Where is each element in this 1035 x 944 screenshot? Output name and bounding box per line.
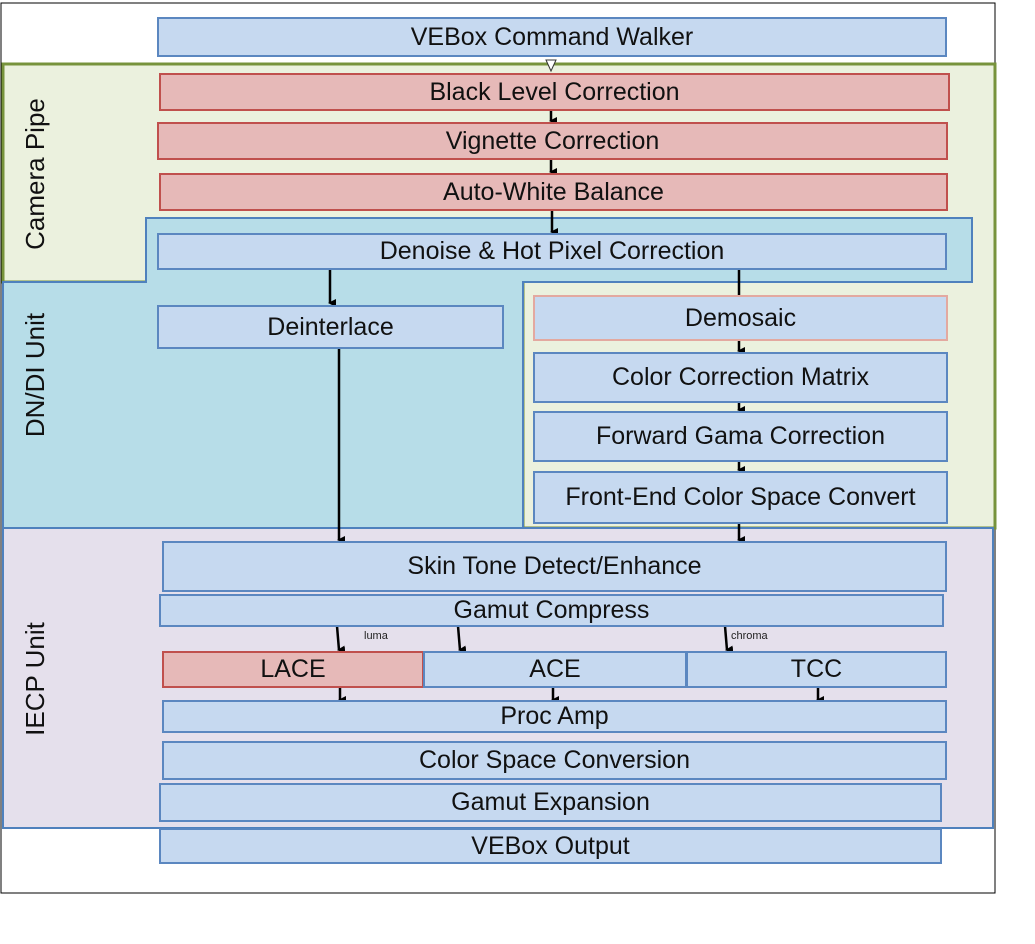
iecp-unit-label: IECP Unit [20,622,50,736]
forward-gamma-correction-box: Forward Gama Correction [533,411,948,462]
gamut-compress-box: Gamut Compress [159,594,944,627]
auto-white-balance-box: Auto-White Balance [159,173,948,211]
luma-label: luma [364,630,388,642]
skin-tone-box: Skin Tone Detect/Enhance [162,541,947,592]
command-walker-box: VEBox Command Walker [157,17,947,57]
proc-amp-box: Proc Amp [162,700,947,733]
vignette-correction-box: Vignette Correction [157,122,948,160]
black-level-correction-box: Black Level Correction [159,73,950,111]
color-space-conversion-box: Color Space Conversion [162,741,947,780]
denoise-box: Denoise & Hot Pixel Correction [157,233,947,270]
chroma-label: chroma [731,630,768,642]
demosaic-box: Demosaic [533,295,948,341]
front-end-csc-box: Front-End Color Space Convert [533,471,948,524]
ace-box: ACE [423,651,687,688]
vebox-output-box: VEBox Output [159,828,942,864]
tcc-box: TCC [686,651,947,688]
diagram: Camera Pipe DN/DI Unit IECP Unit VEBox C… [0,0,1035,944]
color-correction-matrix-box: Color Correction Matrix [533,352,948,403]
gamut-expansion-box: Gamut Expansion [159,783,942,822]
lace-box: LACE [162,651,424,688]
dndi-unit-label: DN/DI Unit [20,312,50,438]
deinterlace-box: Deinterlace [157,305,504,349]
